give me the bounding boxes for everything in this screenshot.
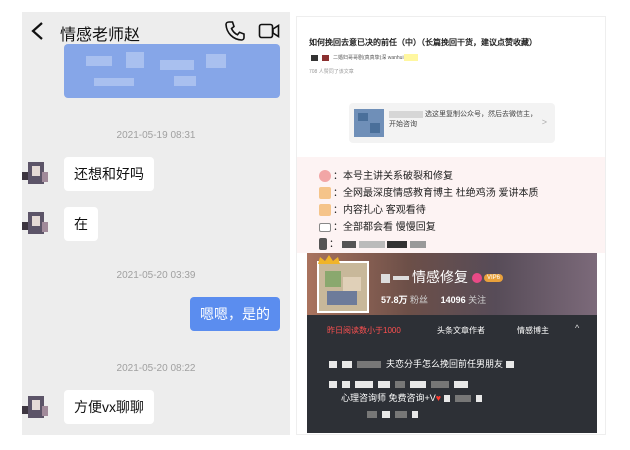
redacted-text	[454, 381, 468, 389]
redacted-text	[387, 240, 408, 248]
redacted-text	[382, 411, 390, 419]
intro-line-text: ：内容扎心 客观看待	[333, 205, 426, 216]
redacted-text	[395, 381, 405, 389]
redacted-text	[410, 381, 426, 389]
fans-count: 57.8万	[381, 295, 408, 305]
redacted-text	[389, 110, 423, 118]
video-camera-icon[interactable]	[258, 22, 280, 40]
profile-bio-line	[329, 379, 473, 389]
redacted-text	[341, 240, 356, 248]
phone-icon[interactable]	[224, 20, 246, 42]
intro-line-text: ：全网最深度情感教育博主 杜绝鸡汤 爱讲本质	[333, 188, 539, 199]
heart-icon: ♥	[435, 393, 442, 403]
redacted-text	[355, 381, 373, 389]
redacted-text	[329, 381, 337, 389]
vip-badge: VIP6	[484, 274, 504, 283]
fans-label: 粉丝	[410, 295, 429, 305]
redacted-text	[455, 395, 472, 403]
redacted-text	[410, 240, 427, 248]
intro-line: ：本号主讲关系破裂和修复	[319, 167, 453, 183]
redacted-text	[444, 395, 451, 403]
article-read-count: 708 人赞同了该文章	[309, 69, 354, 75]
incoming-message-bubble[interactable]: 方便vx聊聊	[64, 390, 154, 424]
victory-hand-icon	[319, 204, 331, 217]
profile-name-text: 情感修复	[412, 269, 468, 285]
contact-avatar[interactable]	[22, 392, 52, 422]
chat-screen: 情感老师赵 2021-05-19 08:31 还想和好吗 在 2021-05-2…	[22, 12, 290, 435]
contact-avatar[interactable]	[22, 208, 52, 238]
redacted-text	[357, 361, 381, 369]
profile-contact-line: 心理咨询师 免费咨询+V♥	[341, 391, 487, 404]
redacted-text	[393, 276, 409, 281]
redacted-text	[358, 240, 385, 248]
intro-line-text: ：全部都会看 慢慢回复	[333, 222, 436, 233]
chevron-left-icon[interactable]	[28, 20, 48, 42]
redacted-text	[395, 411, 407, 419]
follow-label: 关注	[468, 295, 487, 305]
crown-icon	[318, 255, 340, 264]
redacted-text	[431, 381, 449, 389]
pixelated-message-bubble	[64, 44, 280, 98]
intro-line: ：全网最深度情感教育博主 杜绝鸡汤 爱讲本质	[319, 184, 539, 200]
profile-tag: 昨日阅读数小于1000	[327, 326, 401, 335]
redacted-text	[412, 411, 418, 419]
message-timestamp: 2021-05-20 08:22	[116, 363, 196, 374]
article-title: 如何挽回去意已决的前任（中）（长篇挽回干货，建议点赞收藏）	[309, 38, 537, 47]
redacted-text	[381, 273, 390, 283]
intro-line: ：全部都会看 慢慢回复	[319, 218, 436, 233]
profile-stats: 57.8万 粉丝 14096 关注	[381, 293, 496, 306]
account-thumbnail	[354, 109, 384, 137]
phone-icon	[319, 238, 327, 251]
chevron-up-icon[interactable]: ^	[575, 323, 579, 333]
pointing-hand-icon	[319, 187, 331, 200]
follow-count: 14096	[440, 295, 466, 305]
redacted-text	[476, 395, 483, 403]
redacted-text	[342, 381, 350, 389]
author-avatar-icon	[311, 54, 318, 61]
intro-line: ：内容扎心 客观看待	[319, 201, 426, 217]
article-meta-text: 二婚妇哥哥剧(真真挚)深 wanhui	[333, 55, 404, 61]
profile-name: 情感修复 VIP6	[381, 267, 504, 287]
contact-avatar[interactable]	[22, 158, 52, 188]
author-avatar[interactable]	[317, 261, 369, 313]
article-screenshot: 如何挽回去意已决的前任（中）（长篇挽回干货，建议点赞收藏） 二婚妇哥哥剧(真真挚…	[296, 16, 606, 435]
intro-line-text: ：本号主讲关系破裂和修复	[333, 171, 453, 182]
intro-line-text: ：	[329, 239, 339, 250]
rose-emoji-icon	[319, 170, 331, 183]
profile-bio-text: 夫恋分手怎么挽回前任男朋友	[386, 359, 504, 369]
badge-icon	[322, 54, 329, 61]
author-profile-card[interactable]: 情感修复 VIP6 57.8万 粉丝 14096 关注 昨日阅读数小于1000 头…	[307, 253, 597, 433]
chevron-right-icon: >	[541, 117, 547, 127]
redacted-text	[506, 361, 515, 369]
profile-tag: 头条文章作者	[437, 326, 485, 335]
profile-contact-text: 心理咨询师 免费咨询+V	[341, 393, 436, 403]
message-timestamp: 2021-05-19 08:31	[116, 130, 196, 141]
redacted-text	[378, 381, 390, 389]
card-text: 选这里复制公众号，然后去微信主，开始咨询	[389, 110, 539, 130]
profile-tag: 情感博主	[517, 326, 549, 335]
official-account-card[interactable]: 选这里复制公众号，然后去微信主，开始咨询 >	[349, 103, 555, 143]
profile-tags: 昨日阅读数小于1000 头条文章作者 情感博主 ^	[307, 321, 597, 339]
redacted-text	[329, 361, 337, 369]
profile-bio-line	[367, 409, 423, 419]
message-timestamp: 2021-05-20 03:39	[116, 270, 196, 281]
highlight-mark	[403, 54, 418, 62]
chat-title: 情感老师赵	[60, 27, 141, 44]
envelope-icon	[319, 222, 331, 232]
redacted-text	[367, 411, 377, 419]
article-author-meta: 二婚妇哥哥剧(真真挚)深 wanhui	[311, 54, 418, 62]
verified-badge-icon	[472, 273, 482, 284]
profile-bio-line: 夫恋分手怎么挽回前任男朋友	[329, 357, 519, 370]
redacted-text	[342, 361, 352, 369]
intro-section: ：本号主讲关系破裂和修复 ：全网最深度情感教育博主 杜绝鸡汤 爱讲本质 ：内容扎…	[297, 157, 605, 253]
intro-line: ：	[319, 235, 427, 251]
incoming-message-bubble[interactable]: 在	[64, 207, 98, 241]
incoming-message-bubble[interactable]: 还想和好吗	[64, 157, 154, 191]
outgoing-message-bubble[interactable]: 嗯嗯，是的	[190, 297, 280, 331]
